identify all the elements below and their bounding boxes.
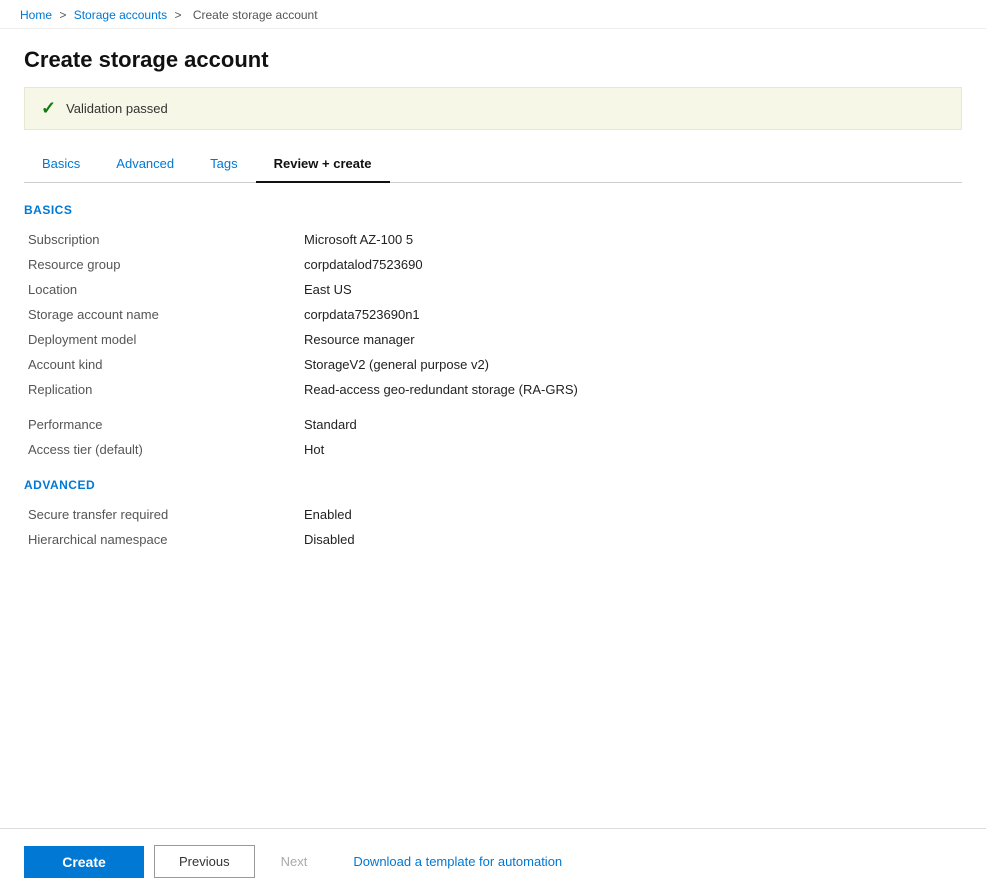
table-row: Storage account name corpdata7523690n1 <box>24 302 962 327</box>
section-label-advanced: ADVANCED <box>24 478 962 492</box>
tab-basics[interactable]: Basics <box>24 148 98 183</box>
previous-button[interactable]: Previous <box>154 845 255 878</box>
row-label: Performance <box>24 412 304 437</box>
row-value: corpdatalod7523690 <box>304 252 962 277</box>
row-label: Deployment model <box>24 327 304 352</box>
footer-bar: Create Previous Next Download a template… <box>0 828 986 894</box>
check-icon: ✓ <box>41 98 56 119</box>
tab-review-create[interactable]: Review + create <box>256 148 390 183</box>
create-button[interactable]: Create <box>24 846 144 878</box>
table-row: Replication Read-access geo-redundant st… <box>24 377 962 402</box>
table-row-spacer <box>24 402 962 412</box>
table-row: Deployment model Resource manager <box>24 327 962 352</box>
row-label: Storage account name <box>24 302 304 327</box>
table-row: Resource group corpdatalod7523690 <box>24 252 962 277</box>
row-label: Hierarchical namespace <box>24 527 304 552</box>
row-value: corpdata7523690n1 <box>304 302 962 327</box>
row-value: Disabled <box>304 527 962 552</box>
download-template-link[interactable]: Download a template for automation <box>353 854 562 869</box>
row-label: Location <box>24 277 304 302</box>
validation-bar: ✓ Validation passed <box>24 87 962 130</box>
row-value: East US <box>304 277 962 302</box>
table-row: Account kind StorageV2 (general purpose … <box>24 352 962 377</box>
table-row: Access tier (default) Hot <box>24 437 962 462</box>
table-row: Secure transfer required Enabled <box>24 502 962 527</box>
tab-advanced[interactable]: Advanced <box>98 148 192 183</box>
breadcrumb-current: Create storage account <box>193 8 318 22</box>
breadcrumb-home[interactable]: Home <box>20 8 52 22</box>
row-value: Hot <box>304 437 962 462</box>
table-row: Performance Standard <box>24 412 962 437</box>
validation-text: Validation passed <box>66 101 168 116</box>
row-value: Enabled <box>304 502 962 527</box>
table-row: Hierarchical namespace Disabled <box>24 527 962 552</box>
section-label-basics: BASICS <box>24 203 962 217</box>
row-value: Read-access geo-redundant storage (RA-GR… <box>304 377 962 402</box>
table-row: Subscription Microsoft AZ-100 5 <box>24 227 962 252</box>
breadcrumb-storage-accounts[interactable]: Storage accounts <box>74 8 167 22</box>
breadcrumb: Home > Storage accounts > Create storage… <box>0 0 986 29</box>
row-label: Subscription <box>24 227 304 252</box>
tab-tags[interactable]: Tags <box>192 148 255 183</box>
row-label: Access tier (default) <box>24 437 304 462</box>
breadcrumb-sep2: > <box>174 8 181 22</box>
advanced-table: Secure transfer required Enabled Hierarc… <box>24 502 962 552</box>
row-label: Resource group <box>24 252 304 277</box>
page-title: Create storage account <box>24 47 962 73</box>
row-value: StorageV2 (general purpose v2) <box>304 352 962 377</box>
next-button: Next <box>265 846 324 877</box>
breadcrumb-sep1: > <box>59 8 66 22</box>
basics-table: Subscription Microsoft AZ-100 5 Resource… <box>24 227 962 462</box>
row-value: Resource manager <box>304 327 962 352</box>
row-label: Secure transfer required <box>24 502 304 527</box>
row-value: Standard <box>304 412 962 437</box>
row-label: Account kind <box>24 352 304 377</box>
row-value: Microsoft AZ-100 5 <box>304 227 962 252</box>
tabs-row: Basics Advanced Tags Review + create <box>24 148 962 183</box>
table-row: Location East US <box>24 277 962 302</box>
row-label: Replication <box>24 377 304 402</box>
